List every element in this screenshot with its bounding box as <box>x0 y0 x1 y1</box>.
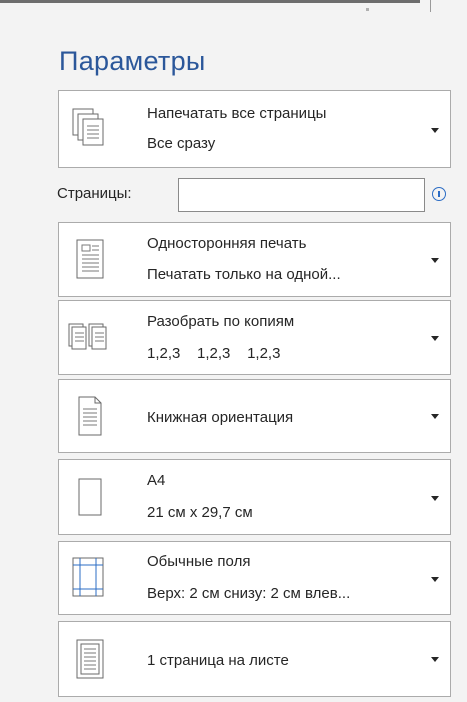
margins-subtitle: Верх: 2 см снизу: 2 см влев... <box>147 585 351 602</box>
collation-dropdown[interactable]: Разобрать по копиям 1,2,3 1,2,3 1,2,3 <box>58 300 451 375</box>
margins-icon <box>69 556 109 597</box>
print-range-dropdown[interactable]: Напечатать все страницы Все сразу <box>58 90 451 168</box>
chevron-down-icon <box>431 258 439 263</box>
chevron-down-icon <box>431 128 439 133</box>
print-range-subtitle: Все сразу <box>147 135 216 152</box>
paper-size-dropdown[interactable]: А4 21 см x 29,7 см <box>58 459 451 535</box>
section-title: Параметры <box>59 46 206 76</box>
chevron-down-icon <box>431 336 439 341</box>
sides-subtitle: Печатать только на одной... <box>147 266 341 283</box>
info-icon[interactable] <box>432 187 446 201</box>
margins-dropdown[interactable]: Обычные поля Верх: 2 см снизу: 2 см влев… <box>58 541 451 615</box>
pages-per-sheet-icon <box>71 638 107 679</box>
collation-title: Разобрать по копиям <box>147 313 295 330</box>
chevron-down-icon <box>431 414 439 419</box>
margins-title: Обычные поля <box>147 553 251 570</box>
top-divider <box>0 0 420 3</box>
pages-per-sheet-dropdown[interactable]: 1 страница на листе <box>58 621 451 697</box>
orientation-dropdown[interactable]: Книжная ориентация <box>58 379 451 453</box>
pages-stack-icon <box>71 107 107 147</box>
collated-pages-icon <box>67 318 111 358</box>
paper-size-subtitle: 21 см x 29,7 см <box>147 504 253 521</box>
collation-subtitle: 1,2,3 1,2,3 1,2,3 <box>147 345 281 362</box>
print-range-title: Напечатать все страницы <box>147 105 327 122</box>
sides-title: Односторонняя печать <box>147 235 307 252</box>
paper-size-title: А4 <box>147 472 166 489</box>
sides-dropdown[interactable]: Односторонняя печать Печатать только на … <box>58 222 451 297</box>
chevron-down-icon <box>431 496 439 501</box>
portrait-page-icon <box>71 395 107 436</box>
pages-label: Страницы: <box>57 185 132 202</box>
top-separator-tick <box>430 0 431 12</box>
one-sided-page-icon <box>71 238 107 279</box>
chevron-down-icon <box>431 577 439 582</box>
orientation-title: Книжная ориентация <box>147 409 294 426</box>
pages-input[interactable] <box>178 178 425 212</box>
paper-size-icon <box>71 477 107 517</box>
chevron-down-icon <box>431 657 439 662</box>
pages-per-sheet-title: 1 страница на листе <box>147 652 289 669</box>
top-separator-dot <box>366 8 369 11</box>
